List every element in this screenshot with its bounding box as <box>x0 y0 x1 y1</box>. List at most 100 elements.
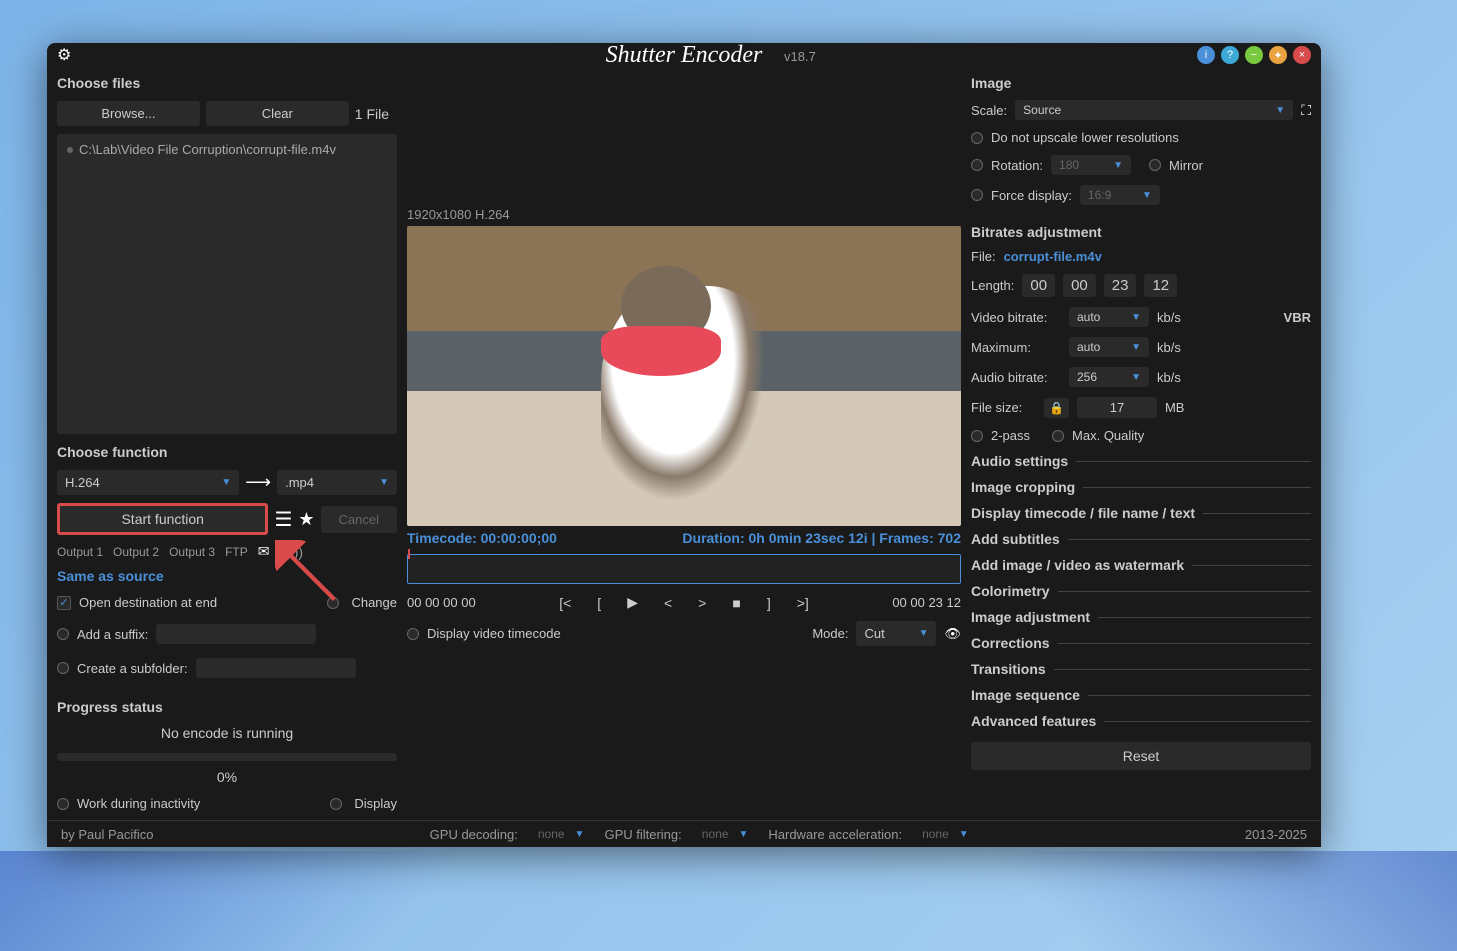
subfolder-input[interactable] <box>196 658 356 678</box>
filesize-input[interactable] <box>1077 397 1157 418</box>
open-destination-checkbox[interactable] <box>57 596 71 610</box>
menu-icon[interactable]: ☰ <box>274 507 292 532</box>
mode-dropdown[interactable]: Cut▼ <box>856 621 936 646</box>
image-sequence-accordion[interactable]: Image sequence <box>971 684 1311 706</box>
change-radio[interactable] <box>327 597 339 609</box>
progress-status: No encode is running <box>57 725 397 741</box>
output-tab-2[interactable]: Output 2 <box>113 545 159 559</box>
scale-label: Scale: <box>971 103 1007 118</box>
output-tab-3[interactable]: Output 3 <box>169 545 215 559</box>
next-frame-button[interactable]: > <box>692 592 712 613</box>
advanced-features-accordion[interactable]: Advanced features <box>971 710 1311 732</box>
display-timecode-radio[interactable] <box>407 628 419 640</box>
filesize-label: File size: <box>971 400 1036 415</box>
length-hours[interactable]: 00 <box>1022 274 1055 297</box>
maxquality-radio[interactable] <box>1052 430 1064 442</box>
file-list[interactable]: C:\Lab\Video File Corruption\corrupt-fil… <box>57 134 397 434</box>
codec-dropdown[interactable]: H.264▼ <box>57 470 239 495</box>
goto-start-button[interactable]: [< <box>553 592 577 613</box>
minimize-icon[interactable]: − <box>1245 46 1263 64</box>
video-bitrate-dropdown[interactable]: auto▼ <box>1069 307 1149 327</box>
image-cropping-accordion[interactable]: Image cropping <box>971 476 1311 498</box>
scale-dropdown[interactable]: Source▼ <box>1015 100 1293 120</box>
arrow-right-icon: ⟶ <box>245 472 271 493</box>
gpu-decoding-label: GPU decoding: <box>430 827 518 842</box>
timecode-label: Timecode: 00:00:00;00 <box>407 530 557 546</box>
bitrates-section: Bitrates adjustment <box>971 222 1311 242</box>
suffix-radio[interactable] <box>57 628 69 640</box>
mail-icon[interactable]: ✉ <box>258 543 270 560</box>
clear-button[interactable]: Clear <box>206 101 349 126</box>
suffix-input[interactable] <box>156 624 316 644</box>
subfolder-radio[interactable] <box>57 662 69 674</box>
image-adjustment-accordion[interactable]: Image adjustment <box>971 606 1311 628</box>
force-display-radio[interactable] <box>971 189 983 201</box>
reset-button[interactable]: Reset <box>971 742 1311 770</box>
rotation-radio[interactable] <box>971 159 983 171</box>
file-value: corrupt-file.m4v <box>1004 249 1102 264</box>
statusbar: by Paul Pacifico GPU decoding: none▼ GPU… <box>47 820 1321 847</box>
twopass-radio[interactable] <box>971 430 983 442</box>
mark-in-button[interactable]: [ <box>591 592 607 613</box>
mark-out-button[interactable]: ] <box>761 592 777 613</box>
add-watermark-accordion[interactable]: Add image / video as watermark <box>971 554 1311 576</box>
info-icon[interactable]: i <box>1197 46 1215 64</box>
video-bitrate-label: Video bitrate: <box>971 310 1061 325</box>
change-label[interactable]: Change <box>351 595 397 610</box>
app-title: Shutter Encoder <box>606 42 763 69</box>
goto-end-button[interactable]: >] <box>791 592 815 613</box>
add-subtitles-accordion[interactable]: Add subtitles <box>971 528 1311 550</box>
length-frames[interactable]: 12 <box>1144 274 1177 297</box>
close-icon[interactable]: × <box>1293 46 1311 64</box>
play-button[interactable]: ▶ <box>621 592 644 613</box>
rotation-dropdown[interactable]: 180▼ <box>1051 155 1131 175</box>
mirror-radio[interactable] <box>1149 159 1161 171</box>
lock-icon[interactable]: 🔒 <box>1044 398 1069 418</box>
browse-button[interactable]: Browse... <box>57 101 200 126</box>
extension-dropdown[interactable]: .mp4▼ <box>277 470 397 495</box>
audio-settings-accordion[interactable]: Audio settings <box>971 450 1311 472</box>
stop-button[interactable]: ■ <box>726 592 746 613</box>
maxquality-label: Max. Quality <box>1072 428 1144 443</box>
progress-title: Progress status <box>57 697 397 717</box>
vbr-label: VBR <box>1284 310 1311 325</box>
colorimetry-accordion[interactable]: Colorimetry <box>971 580 1311 602</box>
hw-accel-dropdown[interactable]: none▼ <box>922 827 969 841</box>
video-preview[interactable] <box>407 226 961 526</box>
app-version: v18.7 <box>784 49 816 64</box>
file-item[interactable]: C:\Lab\Video File Corruption\corrupt-fil… <box>61 138 393 161</box>
progress-bar <box>57 753 397 761</box>
timeline[interactable] <box>407 554 961 584</box>
display-radio[interactable] <box>330 798 342 810</box>
eye-icon[interactable]: 👁 <box>944 626 961 642</box>
no-upscale-radio[interactable] <box>971 132 983 144</box>
prev-frame-button[interactable]: < <box>658 592 678 613</box>
help-icon[interactable]: ? <box>1221 46 1239 64</box>
favorite-icon[interactable]: ★ <box>298 509 314 530</box>
stream-icon[interactable]: ((•)) <box>280 544 304 560</box>
titlebar: ⚙ Shutter Encoder v18.7 i ? − ✦ × <box>47 43 1321 67</box>
maximum-dropdown[interactable]: auto▼ <box>1069 337 1149 357</box>
transitions-accordion[interactable]: Transitions <box>971 658 1311 680</box>
length-seconds[interactable]: 23 <box>1104 274 1137 297</box>
years-label: 2013-2025 <box>1245 827 1307 842</box>
output-path[interactable]: Same as source <box>57 568 397 584</box>
output-tab-ftp[interactable]: FTP <box>225 545 248 559</box>
corrections-accordion[interactable]: Corrections <box>971 632 1311 654</box>
output-tab-1[interactable]: Output 1 <box>57 545 103 559</box>
image-section: Image <box>971 73 1311 93</box>
cancel-button[interactable]: Cancel <box>321 506 397 533</box>
start-function-button[interactable]: Start function <box>57 503 268 535</box>
gpu-decoding-dropdown[interactable]: none▼ <box>538 827 585 841</box>
crop-icon[interactable]: ⛶ <box>1301 102 1311 119</box>
gpu-filtering-dropdown[interactable]: none▼ <box>702 827 749 841</box>
settings-icon[interactable]: ⚙ <box>57 45 71 65</box>
donate-icon[interactable]: ✦ <box>1269 46 1287 64</box>
gpu-filtering-label: GPU filtering: <box>604 827 681 842</box>
force-display-dropdown[interactable]: 16:9▼ <box>1080 185 1160 205</box>
length-minutes[interactable]: 00 <box>1063 274 1096 297</box>
rotation-label: Rotation: <box>991 158 1043 173</box>
display-timecode-accordion[interactable]: Display timecode / file name / text <box>971 502 1311 524</box>
inactivity-radio[interactable] <box>57 798 69 810</box>
audio-bitrate-dropdown[interactable]: 256▼ <box>1069 367 1149 387</box>
